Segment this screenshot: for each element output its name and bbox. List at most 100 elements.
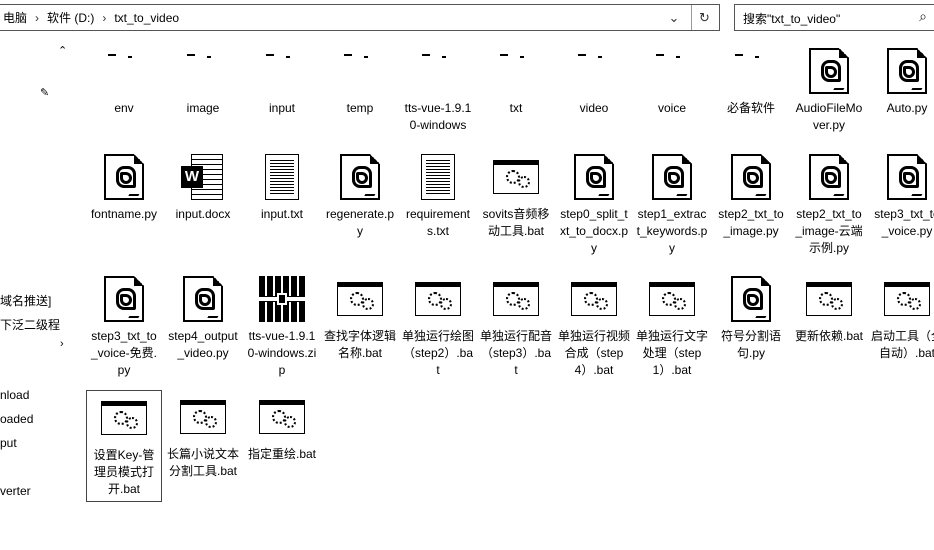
file-item[interactable]: 设置Key-管理员模式打开.bat [86, 390, 162, 502]
file-item[interactable]: 更新依赖.bat [791, 272, 867, 384]
file-label: step1_extract_keywords.py [636, 207, 708, 255]
file-label: input.txt [260, 207, 304, 221]
file-item[interactable]: txt [478, 44, 554, 156]
file-item[interactable]: voice [634, 44, 710, 156]
folder-icon [179, 48, 227, 96]
file-label: image [186, 101, 220, 115]
nav-item[interactable]: put [0, 436, 17, 450]
refresh-icon[interactable]: ↻ [691, 5, 717, 30]
nav-item[interactable]: oaded [0, 412, 33, 426]
file-item[interactable]: input.txt [244, 150, 320, 262]
search-icon[interactable]: ⌕ [919, 8, 927, 25]
file-label: fontname.py [90, 207, 158, 221]
nav-item[interactable]: 下泛二级程 [0, 316, 60, 333]
file-item[interactable]: sovits音频移动工具.bat [478, 150, 554, 262]
file-label: step3_txt_to_voice.py [874, 207, 934, 238]
batch-file-icon [492, 154, 540, 202]
python-file-icon [805, 154, 853, 202]
search-input[interactable]: 搜索"txt_to_video" ⌕ [734, 4, 934, 31]
pin-icon[interactable]: ✎ [40, 86, 49, 99]
file-item[interactable]: fontname.py [86, 150, 162, 262]
file-item[interactable]: tts-vue-1.9.10-windows [400, 44, 476, 156]
file-item[interactable]: step1_extract_keywords.py [634, 150, 710, 262]
batch-file-icon [648, 276, 696, 324]
file-item[interactable]: 启动工具（全自动）.bat [869, 272, 934, 384]
breadcrumb-item-folder[interactable]: txt_to_video [110, 11, 183, 25]
file-item[interactable]: 单独运行配音（step3）.bat [478, 272, 554, 384]
chevron-right-icon[interactable]: › [98, 11, 110, 25]
file-label: step3_txt_to_voice-免费.py [90, 329, 158, 377]
file-item[interactable]: 单独运行视频合成（step4）.bat [556, 272, 632, 384]
file-label: txt [509, 101, 523, 115]
batch-file-icon [100, 395, 148, 443]
breadcrumb-item-drive[interactable]: 软件 (D:) [43, 9, 98, 26]
file-item[interactable]: tts-vue-1.9.10-windows.zip [244, 272, 320, 384]
python-file-icon [883, 154, 931, 202]
python-file-icon [570, 154, 618, 202]
file-label: step2_txt_to_image.py [718, 207, 784, 238]
batch-file-icon [336, 276, 384, 324]
file-label: 单独运行视频合成（step4）.bat [558, 329, 631, 377]
file-label: 单独运行配音（step3）.bat [480, 329, 553, 377]
nav-item[interactable]: 域名推送] [0, 292, 51, 309]
file-item[interactable]: video [556, 44, 632, 156]
folder-icon [336, 48, 384, 96]
python-file-icon [727, 276, 775, 324]
file-label: tts-vue-1.9.10-windows [404, 101, 472, 132]
python-file-icon [727, 154, 775, 202]
file-item[interactable]: step2_txt_to_image-云端示例.py [791, 150, 867, 262]
chevron-right-icon[interactable]: › [31, 11, 43, 25]
file-label: tts-vue-1.9.10-windows.zip [247, 329, 317, 377]
file-item[interactable]: env [86, 44, 162, 156]
file-label: requirements.txt [405, 207, 471, 238]
file-label: 长篇小说文本分割工具.bat [167, 447, 240, 478]
word-document-icon: W [179, 154, 227, 202]
file-label: 更新依赖.bat [794, 329, 864, 343]
folder-icon [414, 48, 462, 96]
file-label: step0_split_txt_to_docx.py [559, 207, 629, 255]
file-item[interactable]: 单独运行文字处理（step1）.bat [634, 272, 710, 384]
file-item[interactable]: Auto.py [869, 44, 934, 156]
breadcrumb-item-pc[interactable]: 电脑 [0, 9, 31, 26]
file-item[interactable]: input [244, 44, 320, 156]
file-item[interactable]: image [165, 44, 241, 156]
batch-file-icon [179, 394, 227, 442]
text-file-icon [414, 154, 462, 202]
file-label: 启动工具（全自动）.bat [871, 329, 934, 360]
file-item[interactable]: Winput.docx [165, 150, 241, 262]
file-label: AudioFileMover.py [795, 101, 863, 132]
chevron-icon[interactable]: › [60, 338, 64, 350]
file-item[interactable]: step3_txt_to_voice.py [869, 150, 934, 262]
file-label: Auto.py [886, 101, 928, 115]
file-item[interactable]: step3_txt_to_voice-免费.py [86, 272, 162, 384]
file-item[interactable]: 查找字体逻辑名称.bat [322, 272, 398, 384]
file-label: 单独运行绘图（step2）.bat [402, 329, 475, 377]
file-item[interactable]: 符号分割语句.py [713, 272, 789, 384]
file-item[interactable]: step2_txt_to_image.py [713, 150, 789, 262]
python-file-icon [179, 276, 227, 324]
address-bar[interactable]: 电脑 › 软件 (D:) › txt_to_video ⌄ ↻ [0, 4, 720, 31]
nav-item[interactable]: nload [0, 388, 29, 402]
file-label: voice [657, 101, 686, 115]
chevron-up-icon[interactable]: ⌃ [58, 44, 67, 57]
folder-icon [648, 48, 696, 96]
file-item[interactable]: step4_output_video.py [165, 272, 241, 384]
file-label: 指定重绘.bat [247, 447, 317, 461]
file-item[interactable]: 指定重绘.bat [244, 390, 320, 502]
file-item[interactable]: requirements.txt [400, 150, 476, 262]
chevron-down-icon[interactable]: ⌄ [661, 5, 687, 30]
batch-file-icon [492, 276, 540, 324]
python-file-icon [648, 154, 696, 202]
file-item[interactable]: 必备软件 [713, 44, 789, 156]
file-item[interactable]: AudioFileMover.py [791, 44, 867, 156]
nav-item[interactable]: verter [0, 484, 31, 498]
file-item[interactable]: regenerate.py [322, 150, 398, 262]
file-label: 设置Key-管理员模式打开.bat [93, 448, 155, 496]
file-item[interactable]: step0_split_txt_to_docx.py [556, 150, 632, 262]
search-placeholder: 搜索"txt_to_video" [743, 12, 841, 26]
navigation-pane: ⌃ ✎ 域名推送] 下泛二级程 › nload oaded put verter [0, 36, 72, 550]
file-item[interactable]: 长篇小说文本分割工具.bat [165, 390, 241, 502]
file-item[interactable]: temp [322, 44, 398, 156]
batch-file-icon [414, 276, 462, 324]
file-item[interactable]: 单独运行绘图（step2）.bat [400, 272, 476, 384]
